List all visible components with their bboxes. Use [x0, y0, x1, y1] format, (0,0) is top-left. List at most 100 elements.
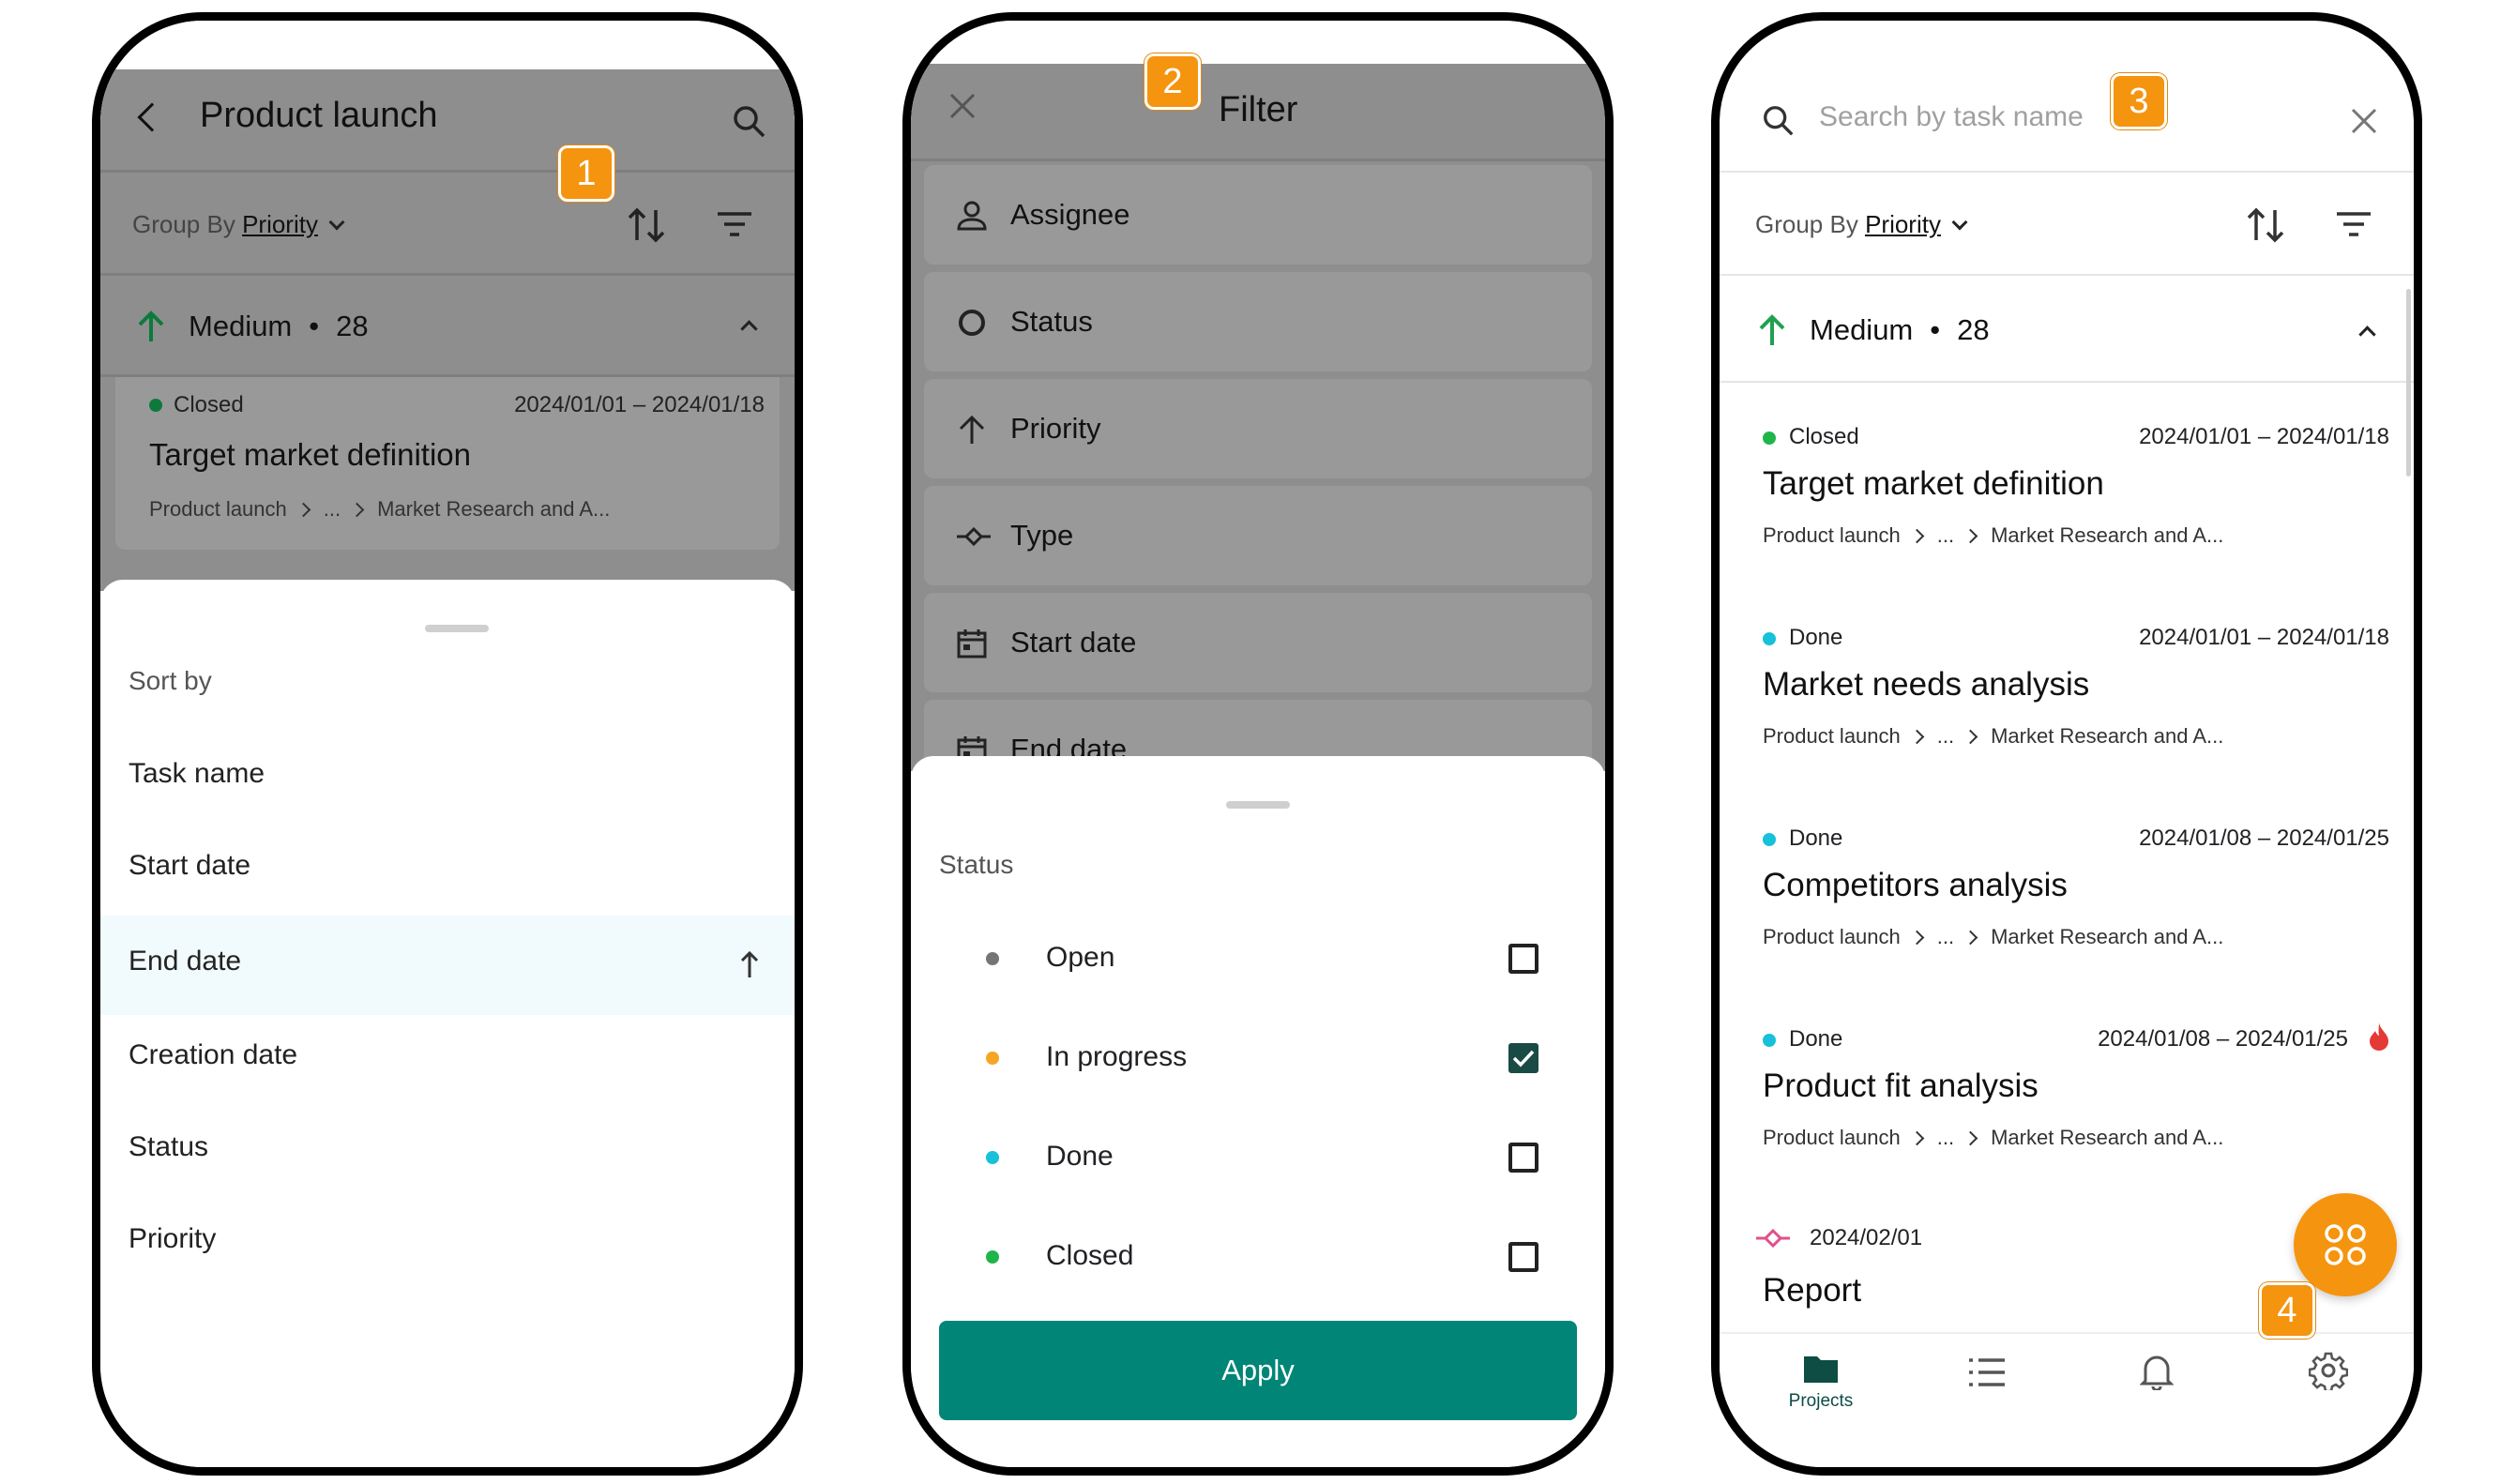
chevron-right-icon	[1909, 729, 1925, 744]
date-range: 2024/01/08 – 2024/01/25	[2098, 1026, 2348, 1052]
breadcrumb: Product launch ... Market Research and A…	[149, 497, 611, 521]
checkbox-in-progress[interactable]	[1508, 1043, 1538, 1073]
checkbox-closed[interactable]	[1508, 1242, 1538, 1272]
bottom-navigation: Projects	[1720, 1332, 2414, 1467]
calendar-icon	[957, 629, 987, 659]
filter-row-type[interactable]: Type	[924, 486, 1592, 585]
close-icon[interactable]	[948, 92, 977, 120]
breadcrumb: Product launch ... Market Research and A…	[1763, 724, 2224, 748]
milestone-date: 2024/02/01	[1810, 1225, 1923, 1250]
status-dot	[986, 952, 999, 965]
filter-row-priority[interactable]: Priority	[924, 379, 1592, 478]
sort-icon[interactable]	[2245, 204, 2286, 246]
task-card[interactable]: Done 2024/01/08 – 2024/01/25 Product fit…	[1720, 985, 2414, 1186]
date-range: 2024/01/01 – 2024/01/18	[2139, 424, 2389, 449]
up-arrow-icon[interactable]	[738, 949, 761, 979]
group-name: Medium	[189, 310, 293, 342]
search-icon[interactable]	[731, 103, 768, 141]
priority-up-arrow-icon	[138, 310, 164, 341]
group-name: Medium	[1810, 313, 1914, 346]
chevron-up-icon[interactable]	[740, 320, 758, 338]
drag-handle[interactable]	[425, 625, 489, 632]
status-option-closed[interactable]: Closed	[911, 1210, 1605, 1304]
status-circle-icon	[959, 310, 985, 336]
date-range: 2024/01/01 – 2024/01/18	[2139, 625, 2389, 650]
sort-option-end-date[interactable]: End date	[100, 916, 795, 1015]
task-title: Target market definition	[149, 437, 472, 472]
gear-icon[interactable]	[2309, 1351, 2348, 1390]
filter-row-status[interactable]: Status	[924, 272, 1592, 371]
close-icon[interactable]	[2350, 107, 2378, 135]
toolbar: Group By Priority	[1720, 173, 2414, 276]
milestone-title: Report	[1763, 1272, 1862, 1309]
task-card[interactable]: Closed 2024/01/01 – 2024/01/18 Target ma…	[115, 377, 780, 550]
status-dot	[149, 399, 162, 412]
group-header[interactable]: Medium • 28	[1720, 276, 2414, 383]
breadcrumb: Product launch ... Market Research and A…	[1763, 925, 2224, 948]
phone-filter-screen: Filter Assignee Status Priority Type Sta…	[902, 12, 1614, 1476]
sort-option-priority[interactable]: Priority	[129, 1223, 216, 1255]
quick-actions-fab[interactable]	[2294, 1193, 2397, 1296]
grid-dots-icon	[2325, 1224, 2366, 1265]
task-card[interactable]: Done 2024/01/08 – 2024/01/25 Competitors…	[1720, 784, 2414, 985]
status-option-done[interactable]: Done	[911, 1111, 1605, 1204]
task-card[interactable]: Done 2024/01/01 – 2024/01/18 Market need…	[1720, 583, 2414, 784]
filter-icon[interactable]	[2335, 210, 2372, 238]
status-dot	[986, 1052, 999, 1065]
task-title: Market needs analysis	[1763, 666, 2090, 703]
apply-button[interactable]: Apply	[939, 1321, 1577, 1420]
chevron-right-icon	[1963, 729, 1978, 744]
date-range: 2024/01/08 – 2024/01/25	[2139, 825, 2389, 851]
filter-row-assignee[interactable]: Assignee	[924, 165, 1592, 265]
search-icon	[1764, 106, 1794, 136]
task-title: Target market definition	[1763, 465, 2104, 502]
phone-sort-screen: Product launch Group By Priority Medium …	[92, 12, 803, 1476]
task-title: Competitors analysis	[1763, 867, 2068, 903]
chevron-right-icon	[349, 502, 365, 517]
group-header[interactable]: Medium • 28	[100, 276, 795, 377]
priority-arrow-icon	[959, 415, 985, 444]
filter-icon[interactable]	[716, 210, 753, 238]
chevron-right-icon	[1909, 1130, 1925, 1145]
phone-task-list-screen: Search by task name Group By Priority Me…	[1711, 12, 2422, 1476]
bell-icon[interactable]	[2140, 1353, 2174, 1390]
checkbox-open[interactable]	[1508, 944, 1538, 974]
sort-bottom-sheet: Sort by Task name Start date End date Cr…	[100, 580, 795, 1467]
list-icon[interactable]	[1967, 1356, 2007, 1388]
task-card[interactable]: Closed 2024/01/01 – 2024/01/18 Target ma…	[1720, 383, 2414, 583]
filter-title: Filter	[1219, 90, 1298, 129]
status-label: Closed	[1789, 424, 1859, 449]
search-input[interactable]: Search by task name	[1819, 101, 2084, 133]
search-bar: Search by task name	[1720, 58, 2414, 173]
group-by-selector[interactable]: Group By Priority	[1755, 210, 1968, 239]
app-bar: Product launch	[100, 69, 795, 173]
nav-item-projects[interactable]: Projects	[1768, 1353, 1873, 1412]
chevron-right-icon	[1909, 930, 1925, 945]
group-count: 28	[1957, 313, 1990, 346]
status-option-in-progress[interactable]: In progress	[911, 1011, 1605, 1105]
chevron-up-icon[interactable]	[2358, 326, 2376, 343]
sort-icon[interactable]	[626, 204, 667, 246]
chevron-down-icon	[328, 214, 345, 230]
status-dot	[1763, 632, 1776, 645]
status-dot	[986, 1250, 999, 1264]
toolbar: Group By Priority	[100, 173, 795, 276]
status-label: Closed	[174, 392, 244, 417]
checkbox-done[interactable]	[1508, 1143, 1538, 1173]
status-dot	[1763, 1034, 1776, 1047]
chevron-right-icon	[1909, 528, 1925, 543]
sort-option-status[interactable]: Status	[129, 1131, 208, 1163]
sort-option-creation-date[interactable]: Creation date	[129, 1039, 297, 1071]
check-icon	[1512, 1050, 1535, 1068]
status-dot	[1763, 833, 1776, 846]
status-bottom-sheet: Status Open In progress Done Closed Appl…	[911, 756, 1605, 1467]
drag-handle[interactable]	[1226, 801, 1290, 809]
group-by-selector[interactable]: Group By Priority	[132, 210, 345, 239]
sort-option-start-date[interactable]: Start date	[129, 850, 250, 882]
filter-row-start-date[interactable]: Start date	[924, 593, 1592, 692]
status-option-open[interactable]: Open	[911, 912, 1605, 1006]
back-arrow-icon[interactable]	[137, 102, 167, 132]
callout-badge-3: 3	[2111, 73, 2167, 129]
folder-icon	[1804, 1356, 1838, 1383]
sort-option-task-name[interactable]: Task name	[129, 758, 265, 790]
